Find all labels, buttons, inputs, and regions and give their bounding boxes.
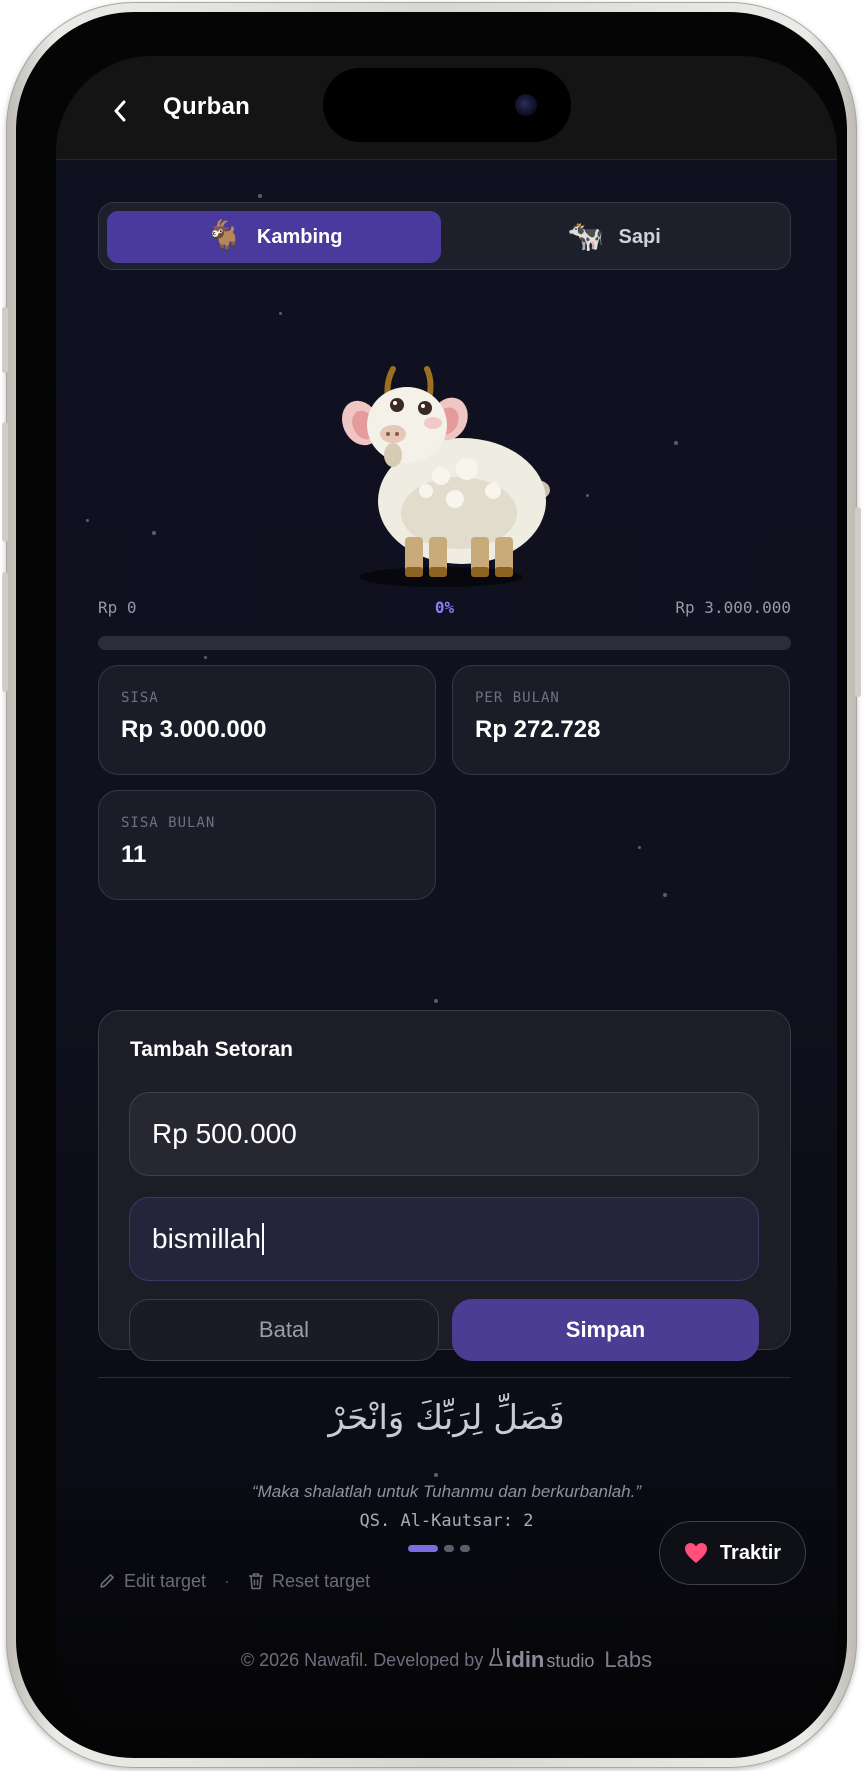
stat-value: 11: [121, 841, 147, 868]
reset-target-button[interactable]: Reset target: [248, 1571, 370, 1592]
phone-bezel: Qurban 🐐 Kambing 🐄 Sapi Rp 0 0% Rp 3.000…: [16, 12, 847, 1758]
dynamic-island: [323, 68, 571, 142]
tab-label: Kambing: [256, 225, 343, 248]
progress-max-label: Rp 3.000.000: [675, 598, 791, 617]
note-input[interactable]: bismillah: [129, 1197, 759, 1281]
power-button: [855, 507, 861, 697]
pencil-icon: [100, 1574, 114, 1588]
carousel-dots: [408, 1545, 470, 1552]
deposit-form: Tambah Setoran Rp 500.000 bismillah Bata…: [98, 1010, 791, 1361]
star-decoration: [86, 519, 89, 522]
goat-illustration: [342, 366, 550, 587]
flask-icon: [489, 1648, 504, 1666]
stat-value: Rp 3.000.000: [121, 716, 267, 743]
progress-labels: Rp 0 0% Rp 3.000.000: [98, 598, 791, 622]
star-decoration: [258, 194, 262, 198]
star-decoration: [152, 531, 156, 535]
traktir-label: Traktir: [719, 1541, 782, 1564]
heart-icon: [684, 1543, 707, 1563]
note-value: bismillah: [152, 1223, 261, 1254]
amount-input[interactable]: Rp 500.000: [129, 1092, 759, 1176]
reset-target-label: Reset target: [272, 1570, 371, 1591]
star-decoration: [434, 1473, 438, 1477]
stat-sisa-bulan: SISA BULAN 11: [98, 790, 436, 900]
screen: Qurban 🐐 Kambing 🐄 Sapi Rp 0 0% Rp 3.000…: [56, 56, 837, 1744]
edit-target-label: Edit target: [124, 1570, 207, 1591]
goat-icon: 🐐: [205, 220, 243, 253]
brand-labs: Labs: [604, 1647, 653, 1672]
brand-main: idin: [505, 1647, 545, 1672]
carousel-dot[interactable]: [408, 1545, 438, 1552]
progress-bar: [98, 636, 791, 650]
footer: © 2026 Nawafil. Developed by idin studio…: [56, 1647, 837, 1673]
text-caret: [261, 1223, 264, 1255]
star-decoration: [279, 312, 282, 315]
star-decoration: [674, 441, 678, 445]
trash-icon: [249, 1573, 264, 1590]
stat-label: SISA BULAN: [121, 815, 216, 831]
page-title: Qurban: [163, 93, 251, 120]
carousel-dot[interactable]: [444, 1545, 454, 1552]
cancel-button[interactable]: Batal: [129, 1299, 439, 1361]
edit-target-button[interactable]: Edit target: [98, 1571, 206, 1592]
separator: ·: [224, 1570, 231, 1591]
chevron-left-icon: [114, 100, 126, 122]
tab-label: Sapi: [618, 225, 661, 248]
divider: [98, 1377, 791, 1378]
stat-label: PER BULAN: [475, 690, 560, 706]
save-button[interactable]: Simpan: [452, 1299, 759, 1361]
stat-label: SISA: [121, 690, 159, 706]
phone-frame: Qurban 🐐 Kambing 🐄 Sapi Rp 0 0% Rp 3.000…: [2, 2, 861, 1768]
footer-text: © 2026 Nawafil. Developed by: [240, 1649, 484, 1670]
brand-logo[interactable]: idin studio Labs: [489, 1647, 652, 1673]
camera-lens: [515, 94, 537, 116]
animal-toggle: 🐐 Kambing 🐄 Sapi: [98, 202, 791, 270]
stat-sisa: SISA Rp 3.000.000: [98, 665, 436, 775]
star-decoration: [663, 893, 667, 897]
carousel-dot[interactable]: [460, 1545, 470, 1552]
star-decoration: [638, 846, 641, 849]
back-button[interactable]: [108, 96, 132, 126]
star-decoration: [434, 999, 438, 1003]
volume-button: [2, 572, 8, 692]
star-decoration: [204, 656, 207, 659]
volume-button: [2, 307, 8, 373]
volume-button: [2, 422, 8, 542]
verse-arabic: فَصَلِّ لِرَبِّكَ وَانْحَرْ: [328, 1398, 565, 1438]
amount-value: Rp 500.000: [152, 1118, 297, 1149]
brand-sub: studio: [546, 1651, 595, 1671]
stat-value: Rp 272.728: [475, 716, 601, 743]
verse-translation: “Maka shalatlah untuk Tuhanmu dan berkur…: [251, 1482, 642, 1501]
tab-sapi[interactable]: 🐄 Sapi: [447, 211, 781, 263]
stat-per-bulan: PER BULAN Rp 272.728: [452, 665, 790, 775]
traktir-button[interactable]: Traktir: [659, 1521, 806, 1585]
star-decoration: [586, 494, 589, 497]
cow-icon: 🐄: [567, 220, 605, 253]
main-content: 🐐 Kambing 🐄 Sapi Rp 0 0% Rp 3.000.000 SI…: [56, 161, 837, 1744]
target-actions: Edit target · Reset target: [98, 1567, 370, 1595]
form-title: Tambah Setoran: [130, 1038, 293, 1061]
tab-kambing[interactable]: 🐐 Kambing: [107, 211, 441, 263]
